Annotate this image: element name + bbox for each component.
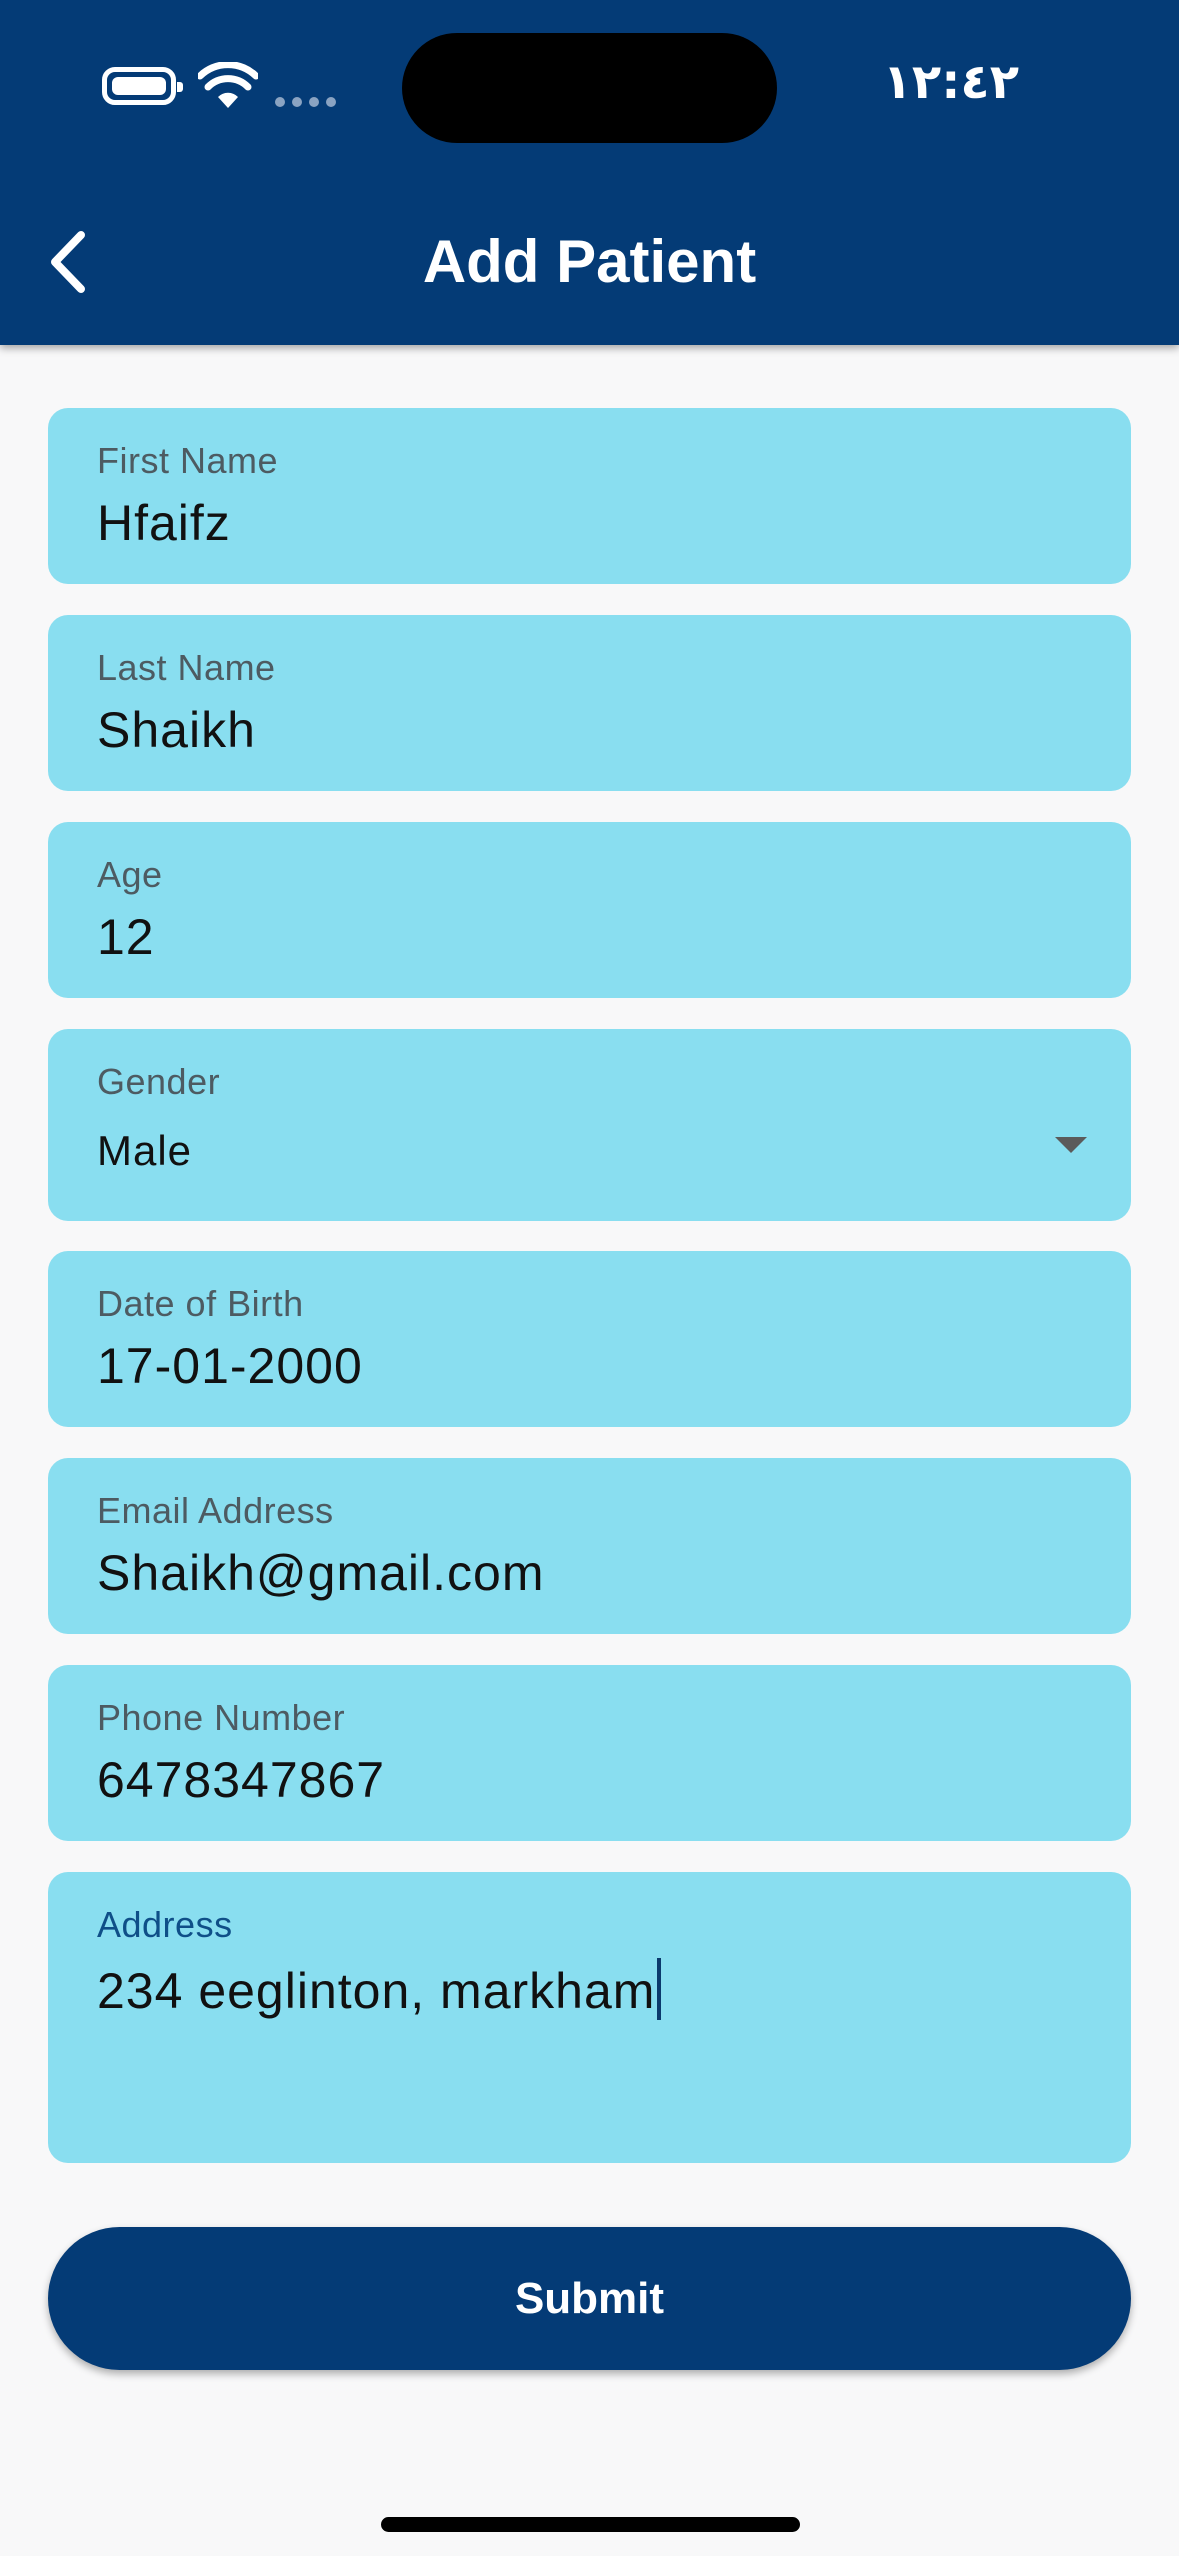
gender-label: Gender	[97, 1061, 221, 1102]
last-name-field[interactable]: Last Name Shaikh	[48, 615, 1131, 791]
age-field[interactable]: Age 12	[48, 822, 1131, 998]
gender-value[interactable]: Male	[97, 1127, 192, 1175]
date-of-birth-value[interactable]: 17-01-2000	[97, 1337, 363, 1395]
address-label: Address	[97, 1904, 233, 1945]
wifi-icon	[198, 62, 258, 108]
address-field[interactable]: Address 234 eeglinton, markham	[48, 1872, 1131, 2163]
dropdown-arrow-icon[interactable]	[1055, 1137, 1087, 1153]
home-indicator[interactable]	[381, 2517, 800, 2532]
age-label: Age	[97, 854, 163, 895]
last-name-label: Last Name	[97, 647, 276, 688]
cellular-signal-icon	[275, 97, 336, 107]
email-label: Email Address	[97, 1490, 334, 1531]
first-name-field[interactable]: First Name Hfaifz	[48, 408, 1131, 584]
date-of-birth-label: Date of Birth	[97, 1283, 304, 1324]
submit-button[interactable]: Submit	[48, 2227, 1131, 2370]
phone-label: Phone Number	[97, 1697, 346, 1738]
phone-field[interactable]: Phone Number 6478347867	[48, 1665, 1131, 1841]
date-of-birth-field[interactable]: Date of Birth 17-01-2000	[48, 1251, 1131, 1427]
page-title: Add Patient	[422, 228, 757, 295]
last-name-value[interactable]: Shaikh	[97, 701, 256, 759]
address-value: 234 eeglinton, markham	[97, 1963, 656, 2019]
first-name-value[interactable]: Hfaifz	[97, 494, 231, 552]
age-value[interactable]: 12	[97, 908, 155, 966]
battery-icon	[102, 67, 183, 105]
phone-value[interactable]: 6478347867	[97, 1751, 385, 1809]
text-cursor	[657, 1958, 662, 2020]
email-field[interactable]: Email Address Shaikh@gmail.com	[48, 1458, 1131, 1634]
app-header: ١٢:٤٢ Add Patient	[0, 0, 1179, 345]
first-name-label: First Name	[97, 440, 279, 481]
email-value[interactable]: Shaikh@gmail.com	[97, 1544, 544, 1602]
status-time: ١٢:٤٢	[882, 54, 1019, 110]
gender-dropdown[interactable]: Gender Male	[48, 1029, 1131, 1221]
dynamic-island	[402, 33, 777, 143]
address-input[interactable]: 234 eeglinton, markham	[97, 1958, 662, 2020]
